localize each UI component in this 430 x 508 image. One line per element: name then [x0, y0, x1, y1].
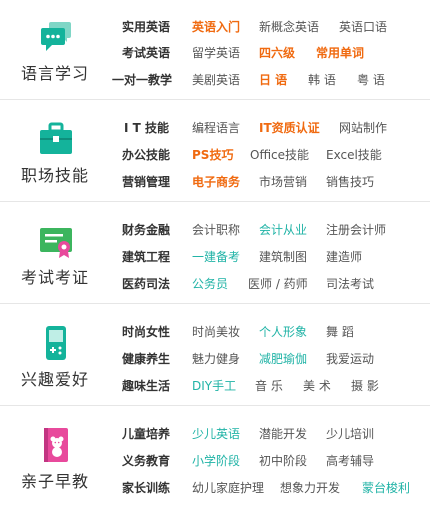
course-link[interactable]: 会计从业 [259, 219, 307, 241]
row-heading[interactable]: 考试英语 [122, 42, 170, 64]
row-heading[interactable]: 营销管理 [122, 171, 170, 193]
row-heading[interactable]: 建筑工程 [122, 246, 170, 268]
course-link[interactable]: 小学阶段 [192, 450, 240, 472]
course-link[interactable]: IT资质认证 [259, 117, 320, 139]
teddy-book-icon [37, 426, 75, 464]
certificate-icon [37, 222, 75, 260]
course-link[interactable]: 韩 语 [308, 69, 336, 91]
category-title: 考试考证 [20, 268, 89, 287]
course-link[interactable]: 音 乐 [255, 375, 283, 397]
row-heading[interactable]: 健康养生 [122, 348, 170, 370]
course-link[interactable]: 电子商务 [192, 171, 240, 193]
course-link[interactable]: 粤 语 [357, 69, 385, 91]
category-exams-certificates: 考试考证 财务金融 会计职称 会计从业 注册会计师 建筑工程 一建备考 建筑制图… [0, 204, 430, 304]
category-title: 兴趣爱好 [20, 370, 89, 389]
row-heading[interactable]: 儿童培养 [122, 423, 170, 445]
row-heading[interactable]: 财务金融 [122, 219, 170, 241]
course-link[interactable]: 时尚美妆 [192, 321, 240, 343]
course-link[interactable]: 舞 蹈 [326, 321, 354, 343]
course-link[interactable]: 魅力健身 [192, 348, 240, 370]
course-link[interactable]: 蒙台梭利 [362, 477, 410, 499]
course-link[interactable]: 日 语 [259, 69, 287, 91]
course-link[interactable]: 美剧英语 [192, 69, 240, 91]
course-link[interactable]: 一建备考 [192, 246, 240, 268]
course-link[interactable]: 少儿英语 [192, 423, 240, 445]
course-link[interactable]: 建造师 [326, 246, 362, 268]
course-link[interactable]: Excel技能 [326, 144, 382, 166]
row-heading[interactable]: 一对一教学 [112, 69, 172, 91]
course-link[interactable]: 销售技巧 [326, 171, 374, 193]
category-header[interactable]: 语言学习 [0, 0, 110, 100]
row-heading[interactable]: I T 技能 [124, 117, 169, 139]
briefcase-icon [37, 120, 75, 158]
course-link[interactable]: 新概念英语 [259, 16, 319, 38]
course-link[interactable]: 少儿培训 [326, 423, 374, 445]
category-title: 职场技能 [20, 166, 89, 185]
course-link[interactable]: 减肥瑜伽 [259, 348, 307, 370]
course-link[interactable]: 高考辅导 [326, 450, 374, 472]
course-link[interactable]: 我爱运动 [326, 348, 374, 370]
course-link[interactable]: 幼儿家庭护理 [192, 477, 264, 499]
course-link[interactable]: 潜能开发 [259, 423, 307, 445]
category-header[interactable]: 职场技能 [0, 102, 110, 202]
category-workplace-skills: 职场技能 I T 技能 编程语言 IT资质认证 网站制作 办公技能 PS技巧 O… [0, 102, 430, 202]
course-link[interactable]: PS技巧 [192, 144, 233, 166]
course-link[interactable]: 摄 影 [351, 375, 379, 397]
course-link[interactable]: 想象力开发 [280, 477, 340, 499]
course-link[interactable]: 美 术 [303, 375, 331, 397]
category-early-education: 亲子早教 儿童培养 少儿英语 潜能开发 少儿培训 义务教育 小学阶段 初中阶段 … [0, 408, 430, 507]
row-heading[interactable]: 医药司法 [122, 273, 170, 295]
course-link[interactable]: 医师 / 药师 [248, 273, 308, 295]
chat-bubbles-icon [37, 18, 75, 56]
gamepad-icon [37, 324, 75, 362]
row-heading[interactable]: 时尚女性 [122, 321, 170, 343]
course-link[interactable]: 常用单词 [316, 42, 364, 64]
course-link[interactable]: 英语口语 [339, 16, 387, 38]
course-category-menu: 语言学习 实用英语 英语入门 新概念英语 英语口语 考试英语 留学英语 四六级 … [0, 0, 430, 507]
course-link[interactable]: 建筑制图 [259, 246, 307, 268]
course-link[interactable]: Office技能 [250, 144, 309, 166]
course-link[interactable]: 编程语言 [192, 117, 240, 139]
category-header[interactable]: 考试考证 [0, 204, 110, 304]
row-heading[interactable]: 办公技能 [122, 144, 170, 166]
course-link[interactable]: 公务员 [192, 273, 228, 295]
row-heading[interactable]: 趣味生活 [122, 375, 170, 397]
category-header[interactable]: 兴趣爱好 [0, 306, 110, 406]
course-link[interactable]: 英语入门 [192, 16, 240, 38]
course-link[interactable]: 留学英语 [192, 42, 240, 64]
category-header[interactable]: 亲子早教 [0, 408, 110, 508]
course-link[interactable]: 市场营销 [259, 171, 307, 193]
category-title: 语言学习 [20, 64, 89, 83]
course-link[interactable]: 会计职称 [192, 219, 240, 241]
course-link[interactable]: 四六级 [259, 42, 295, 64]
category-hobbies: 兴趣爱好 时尚女性 时尚美妆 个人形象 舞 蹈 健康养生 魅力健身 减肥瑜伽 我… [0, 306, 430, 406]
row-heading[interactable]: 义务教育 [122, 450, 170, 472]
course-link[interactable]: 初中阶段 [259, 450, 307, 472]
row-heading[interactable]: 实用英语 [122, 16, 170, 38]
row-heading[interactable]: 家长训练 [122, 477, 170, 499]
course-link[interactable]: DIY手工 [192, 375, 236, 397]
course-link[interactable]: 个人形象 [259, 321, 307, 343]
course-link[interactable]: 司法考试 [326, 273, 374, 295]
course-link[interactable]: 注册会计师 [326, 219, 386, 241]
category-title: 亲子早教 [20, 472, 89, 491]
course-link[interactable]: 网站制作 [339, 117, 387, 139]
category-language-learning: 语言学习 实用英语 英语入门 新概念英语 英语口语 考试英语 留学英语 四六级 … [0, 0, 430, 100]
